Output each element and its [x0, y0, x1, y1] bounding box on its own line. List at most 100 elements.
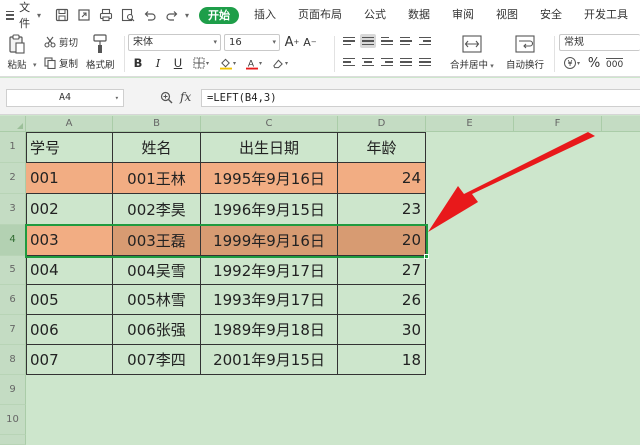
cell-d8[interactable]: 18	[338, 345, 426, 375]
fill-color-button[interactable]: ▾	[220, 55, 236, 71]
cell-d5[interactable]: 27	[338, 256, 426, 285]
cell-b7[interactable]: 006张强	[113, 315, 201, 345]
tab-data[interactable]: 数据	[397, 0, 441, 30]
text-orientation-button[interactable]	[398, 34, 414, 48]
comma-style-button[interactable]: 000	[606, 56, 640, 72]
bold-button[interactable]: B	[130, 55, 146, 71]
tab-security[interactable]: 安全	[529, 0, 573, 30]
row-header-7[interactable]: 7	[0, 315, 26, 345]
row-header-10[interactable]: 10	[0, 405, 26, 435]
zoom-search-icon[interactable]	[160, 91, 173, 104]
increase-font-button[interactable]: A +	[284, 34, 300, 50]
cell-d3[interactable]: 23	[338, 194, 426, 225]
indent-button[interactable]	[417, 34, 433, 48]
font-name-select[interactable]: 宋体 ▾	[128, 34, 221, 51]
cell-a2[interactable]: 001	[26, 163, 113, 194]
column-header-e[interactable]: E	[426, 116, 514, 132]
insert-function-button[interactable]: fx	[180, 90, 191, 104]
cell-b6[interactable]: 005林雪	[113, 285, 201, 315]
underline-button[interactable]: U	[170, 55, 186, 71]
cell-c5[interactable]: 1992年9月17日	[201, 256, 338, 285]
tab-developer[interactable]: 开发工具	[573, 0, 639, 30]
row-header-1[interactable]: 1	[0, 132, 26, 163]
cell-b1[interactable]: 姓名	[113, 132, 201, 163]
save-icon[interactable]	[55, 8, 69, 22]
print-icon[interactable]	[99, 8, 113, 22]
row-header-8[interactable]: 8	[0, 345, 26, 375]
column-header-g[interactable]	[602, 116, 640, 132]
borders-button[interactable]: ▾	[193, 55, 209, 71]
tab-insert[interactable]: 插入	[243, 0, 287, 30]
column-header-f[interactable]: F	[514, 116, 602, 132]
cell-d4[interactable]: 20	[338, 225, 426, 256]
align-bottom-button[interactable]	[379, 34, 395, 48]
merge-center-button[interactable]: 合并居中 ▾	[450, 34, 494, 71]
column-header-d[interactable]: D	[338, 116, 426, 132]
justify-button[interactable]	[398, 55, 414, 69]
tab-page-layout[interactable]: 页面布局	[287, 0, 353, 30]
cell-a3[interactable]: 002	[26, 194, 113, 225]
cell-b8[interactable]: 007李四	[113, 345, 201, 375]
percent-button[interactable]: %	[586, 55, 602, 71]
file-menu[interactable]: 文件 ▾	[0, 0, 41, 31]
row-header-11[interactable]	[0, 435, 26, 445]
cell-d2[interactable]: 24	[338, 163, 426, 194]
cell-c6[interactable]: 1993年9月17日	[201, 285, 338, 315]
tab-formulas[interactable]: 公式	[353, 0, 397, 30]
align-center-button[interactable]	[360, 55, 376, 69]
fill-handle[interactable]	[424, 254, 429, 259]
cell-b5[interactable]: 004吴雪	[113, 256, 201, 285]
row-header-3[interactable]: 3	[0, 194, 26, 225]
cell-a8[interactable]: 007	[26, 345, 113, 375]
row-header-9[interactable]: 9	[0, 375, 26, 405]
print-preview-icon[interactable]	[121, 8, 135, 22]
wrap-text-button[interactable]: 自动换行	[506, 34, 544, 71]
tab-home[interactable]: 开始	[199, 6, 240, 24]
cell-c1[interactable]: 出生日期	[201, 132, 338, 163]
formula-input[interactable]: =LEFT(B4,3)	[201, 89, 640, 107]
row-header-5[interactable]: 5	[0, 256, 26, 285]
format-painter-button[interactable]: 格式刷	[86, 34, 115, 71]
paste-button[interactable]: 粘贴	[6, 34, 28, 71]
cell-d7[interactable]: 30	[338, 315, 426, 345]
align-top-button[interactable]	[341, 34, 357, 48]
cell-a6[interactable]: 005	[26, 285, 113, 315]
row-header-6[interactable]: 6	[0, 285, 26, 315]
cell-d1[interactable]: 年龄	[338, 132, 426, 163]
column-header-a[interactable]: A	[26, 116, 113, 132]
cell-a1[interactable]: 学号	[26, 132, 113, 163]
redo-icon[interactable]	[165, 8, 179, 22]
undo-icon[interactable]	[143, 8, 157, 22]
distributed-button[interactable]	[417, 55, 433, 69]
number-format-select[interactable]: 常规	[559, 34, 640, 51]
chevron-down-icon[interactable]: ▾	[33, 61, 37, 69]
italic-button[interactable]: I	[150, 55, 166, 71]
tab-view[interactable]: 视图	[485, 0, 529, 30]
name-box[interactable]: A4 ▾	[6, 89, 124, 107]
cell-b3[interactable]: 002李昊	[113, 194, 201, 225]
chevron-down-icon[interactable]: ▾	[185, 11, 189, 20]
cell-c4[interactable]: 1999年9月16日	[201, 225, 338, 256]
cell-c7[interactable]: 1989年9月18日	[201, 315, 338, 345]
row-header-4[interactable]: 4	[0, 225, 26, 256]
cell-a4[interactable]: 003	[26, 225, 113, 256]
clear-format-button[interactable]: ▾	[272, 55, 288, 71]
cell-c3[interactable]: 1996年9月15日	[201, 194, 338, 225]
cell-d6[interactable]: 26	[338, 285, 426, 315]
cell-a7[interactable]: 006	[26, 315, 113, 345]
column-header-b[interactable]: B	[113, 116, 201, 132]
select-all-corner[interactable]	[0, 116, 26, 132]
export-icon[interactable]	[77, 8, 91, 22]
cell-b2[interactable]: 001王林	[113, 163, 201, 194]
align-left-button[interactable]	[341, 55, 357, 69]
column-header-c[interactable]: C	[201, 116, 338, 132]
tab-review[interactable]: 审阅	[441, 0, 485, 30]
cell-c2[interactable]: 1995年9月16日	[201, 163, 338, 194]
cell-c8[interactable]: 2001年9月15日	[201, 345, 338, 375]
row-header-2[interactable]: 2	[0, 163, 26, 194]
decrease-font-button[interactable]: A −	[302, 34, 318, 50]
cell-a5[interactable]: 004	[26, 256, 113, 285]
cut-button[interactable]: 剪切	[44, 35, 78, 49]
copy-button[interactable]: 复制	[44, 56, 78, 70]
align-right-button[interactable]	[379, 55, 395, 69]
